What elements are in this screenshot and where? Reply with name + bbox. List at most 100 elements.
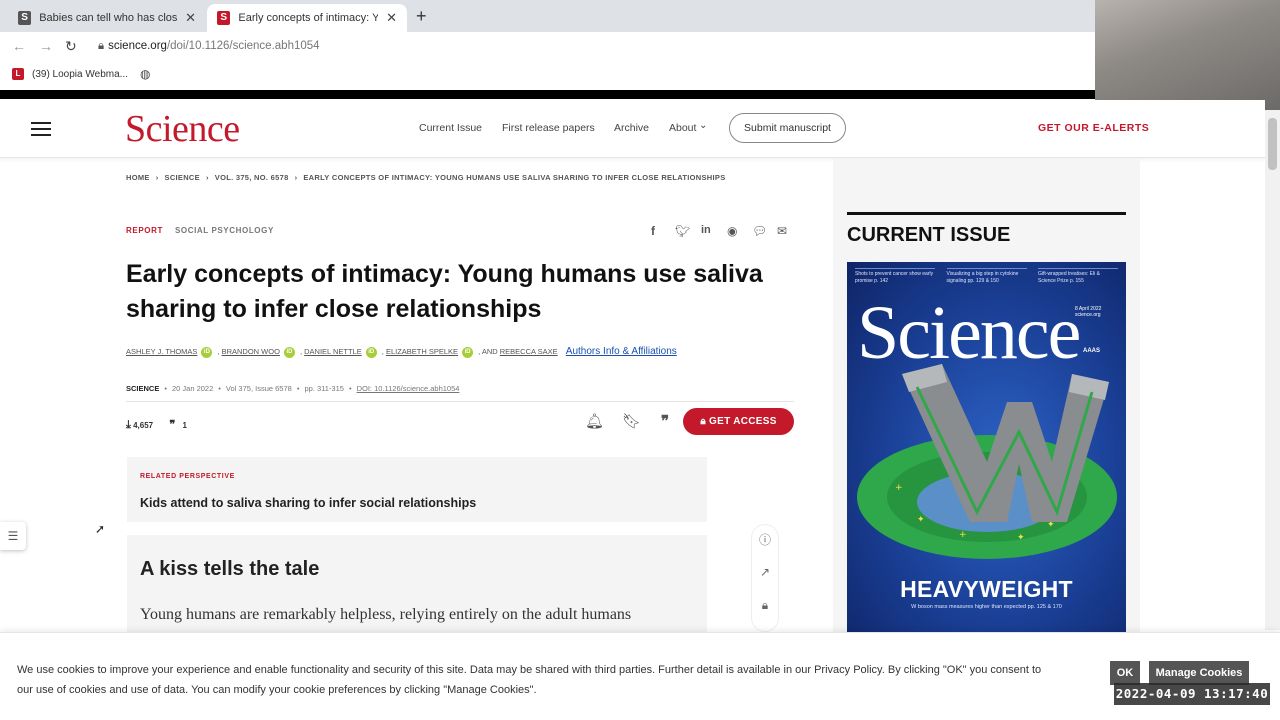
cover-subline: W boson mass measures higher than expect… — [911, 604, 1062, 610]
chevron-down-icon[interactable]: ⌄ — [699, 120, 707, 131]
browser-tab-babies[interactable]: S Babies can tell who has close rel ✕ — [8, 4, 206, 32]
e-alerts-link[interactable]: GET OUR E-ALERTS — [1038, 122, 1149, 134]
cover-illustration: +✦+✦+✦ — [857, 364, 1117, 559]
scrollbar-thumb[interactable] — [1268, 118, 1277, 170]
editor-summary: A kiss tells the tale Young humans are r… — [127, 535, 707, 635]
download-icon: ⤓ — [126, 419, 131, 431]
author-list: ASHLEY J. THOMAS iD, BRANDON WOO iD, DANIE… — [126, 346, 677, 358]
address-bar: ← → ↻ 🔒︎ science.org/doi/10.1126/science.… — [0, 32, 1095, 62]
trending-icon[interactable]: ↗ — [752, 565, 778, 579]
article-title: Early concepts of intimacy: Young humans… — [126, 260, 763, 323]
journal-name: SCIENCE — [126, 384, 160, 393]
nav-current-issue[interactable]: Current Issue — [419, 122, 482, 134]
email-icon[interactable]: ✉ — [777, 224, 787, 238]
back-icon[interactable]: ← — [12, 38, 26, 54]
related-perspective-card[interactable]: RELATED PERSPECTIVE Kids attend to saliv… — [127, 457, 707, 522]
breadcrumb-home[interactable]: HOME — [126, 173, 150, 182]
orcid-icon[interactable]: iD — [365, 346, 377, 358]
author-link[interactable]: ASHLEY J. THOMAS — [126, 347, 197, 356]
cookie-text: We use cookies to improve your experienc… — [17, 664, 1042, 696]
orcid-icon[interactable]: iD — [283, 346, 295, 358]
science-s-icon: S — [217, 11, 231, 25]
article-meta: SCIENCE • 20 Jan 2022 • Vol 375, Issue 6578 •… — [126, 384, 460, 393]
cover-headline: HEAVYWEIGHT — [900, 576, 1073, 602]
linkedin-icon[interactable]: in — [701, 224, 711, 236]
tab-title: Early concepts of intimacy: Youn — [238, 12, 379, 24]
divider — [126, 401, 794, 402]
author-link[interactable]: DANIEL NETTLE — [304, 347, 362, 356]
loopia-icon: L — [12, 68, 24, 80]
page-top-border — [0, 90, 1095, 99]
browser-tab-intimacy[interactable]: S Early concepts of intimacy: Youn ✕ — [207, 4, 407, 32]
volume-issue[interactable]: Vol 375, Issue 6578 — [226, 384, 292, 393]
submit-manuscript-button[interactable]: Submit manuscript — [729, 113, 846, 143]
orcid-icon[interactable]: iD — [462, 346, 474, 358]
cover-date: 8 April 2022 science.org — [1075, 306, 1102, 318]
breadcrumb-article: EARLY CONCEPTS OF INTIMACY: YOUNG HUMANS… — [303, 173, 726, 182]
breadcrumb-science[interactable]: SCIENCE — [165, 173, 200, 182]
close-tab-icon[interactable]: ✕ — [386, 10, 397, 26]
cookie-banner: We use cookies to improve your experienc… — [0, 632, 1280, 720]
article-side-toolbar: ⓘ ↗ 🔒︎ — [751, 524, 779, 632]
citation-quote-icon: ❞ — [169, 419, 176, 431]
tag-report[interactable]: REPORT — [126, 226, 163, 235]
download-count: 4,657 — [133, 421, 154, 430]
reload-icon[interactable]: ↻ — [65, 38, 77, 55]
article-tags: REPORT SOCIAL PSYCHOLOGY — [126, 226, 274, 235]
url-host: science.org — [108, 40, 167, 52]
svg-text:+: + — [895, 483, 903, 493]
tag-subject[interactable]: SOCIAL PSYCHOLOGY — [175, 226, 274, 235]
svg-text:✦: ✦ — [917, 515, 925, 525]
related-title[interactable]: Kids attend to saliva sharing to infer s… — [140, 496, 476, 510]
recording-timestamp: 2022-04-09 13:17:40 — [1114, 683, 1270, 705]
divider — [847, 212, 1126, 215]
url-field[interactable]: 🔒︎ science.org/doi/10.1126/science.abh105… — [98, 40, 320, 53]
science-logo[interactable]: Science — [125, 107, 240, 151]
lock-icon: 🔒︎ — [98, 40, 105, 52]
cookie-ok-button[interactable]: OK — [1110, 661, 1140, 685]
summary-text: Young humans are remarkably helpless, re… — [140, 606, 632, 623]
url-path: /doi/10.1126/science.abh1054 — [166, 40, 320, 52]
menu-icon[interactable] — [31, 122, 51, 136]
manage-cookies-button[interactable]: Manage Cookies — [1149, 661, 1249, 685]
nav-first-release[interactable]: First release papers — [502, 122, 595, 134]
affiliations-link[interactable]: Authors Info & Affiliations — [566, 346, 677, 357]
current-issue-cover[interactable]: Shots to prevent cancer show early promi… — [847, 262, 1126, 632]
forward-icon[interactable]: → — [39, 38, 53, 54]
reddit-icon[interactable]: ◉ — [727, 224, 737, 238]
orcid-icon[interactable]: iD — [201, 346, 213, 358]
info-icon[interactable]: ⓘ — [752, 531, 778, 548]
breadcrumb-volume[interactable]: VOL. 375, NO. 6578 — [215, 173, 289, 182]
facebook-icon[interactable]: f — [651, 224, 655, 238]
summary-heading: A kiss tells the tale — [140, 558, 320, 580]
bookmark-loopia[interactable]: (39) Loopia Webma... — [32, 69, 128, 80]
get-access-button[interactable]: 🔒︎ GET ACCESS — [683, 408, 794, 435]
nav-about[interactable]: About — [669, 122, 696, 134]
bookmarks-bar: L (39) Loopia Webma... ◍ — [0, 62, 1095, 90]
globe-icon[interactable]: ◍ — [140, 67, 150, 81]
close-tab-icon[interactable]: ✕ — [185, 10, 196, 26]
lock-icon[interactable]: 🔒︎ — [752, 598, 778, 613]
site-header: Science Current Issue First release pape… — [0, 100, 1265, 158]
doi-link[interactable]: DOI: 10.1126/science.abh1054 — [357, 384, 460, 393]
citation-count: 1 — [182, 421, 187, 430]
table-of-contents-icon[interactable]: ☰ — [0, 522, 26, 550]
pub-date: 20 Jan 2022 — [171, 384, 214, 393]
new-tab-icon[interactable]: + — [416, 6, 427, 27]
wechat-icon[interactable]: 💬︎ — [752, 224, 767, 238]
bell-icon[interactable]: 🔔︎ — [585, 412, 604, 430]
author-link[interactable]: REBECCA SAXE — [500, 347, 558, 356]
nav-archive[interactable]: Archive — [614, 122, 649, 134]
tab-title: Babies can tell who has close rel — [39, 12, 178, 24]
author-and: , AND — [478, 347, 498, 356]
cite-quote-icon[interactable]: ❞ — [661, 412, 669, 430]
current-issue-heading: CURRENT ISSUE — [847, 224, 1011, 246]
author-link[interactable]: BRANDON WOO — [222, 347, 280, 356]
svg-text:✦: ✦ — [1017, 533, 1025, 543]
author-link[interactable]: ELIZABETH SPELKE — [386, 347, 458, 356]
browser-tab-bar: S Babies can tell who has close rel ✕ S … — [0, 0, 1095, 32]
twitter-icon[interactable]: 🐦︎ — [675, 224, 690, 238]
scrollbar[interactable] — [1265, 110, 1280, 630]
bookmark-icon[interactable]: 🔖︎ — [622, 412, 641, 430]
breadcrumb: HOME › SCIENCE › VOL. 375, NO. 6578 › EARLY CO… — [126, 173, 726, 182]
